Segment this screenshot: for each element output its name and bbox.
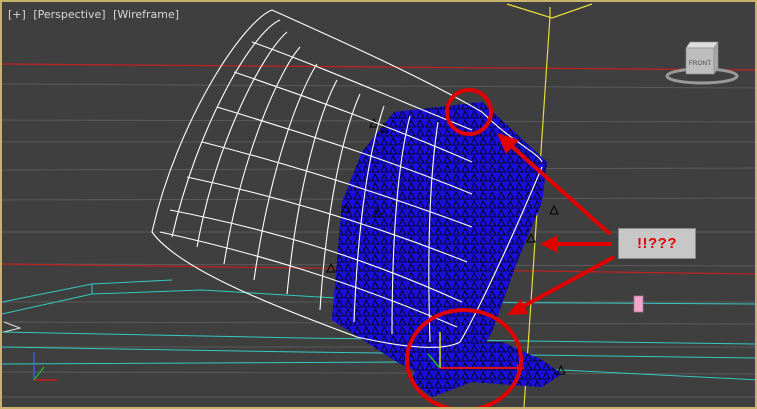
viewport-label-menu: [+] [Perspective] [Wireframe] — [8, 8, 183, 21]
viewcube[interactable]: FRONT — [665, 41, 739, 85]
viewport-general-menu[interactable]: [+] — [8, 8, 26, 21]
viewport-view-menu[interactable]: [Perspective] — [33, 8, 105, 21]
pink-object — [633, 295, 644, 313]
viewport-shading-menu[interactable]: [Wireframe] — [113, 8, 179, 21]
viewcube-face-label: FRONT — [689, 60, 711, 67]
viewport-scene[interactable]: FRONT — [2, 2, 757, 409]
world-axis-tripod — [33, 352, 57, 381]
perspective-viewport[interactable]: FRONT [+] [Perspective] [Wireframe] !!??… — [0, 0, 757, 409]
annotation-text: !!??? — [637, 235, 677, 252]
annotation-callout: !!??? — [618, 228, 696, 259]
left-small-object — [3, 321, 22, 333]
